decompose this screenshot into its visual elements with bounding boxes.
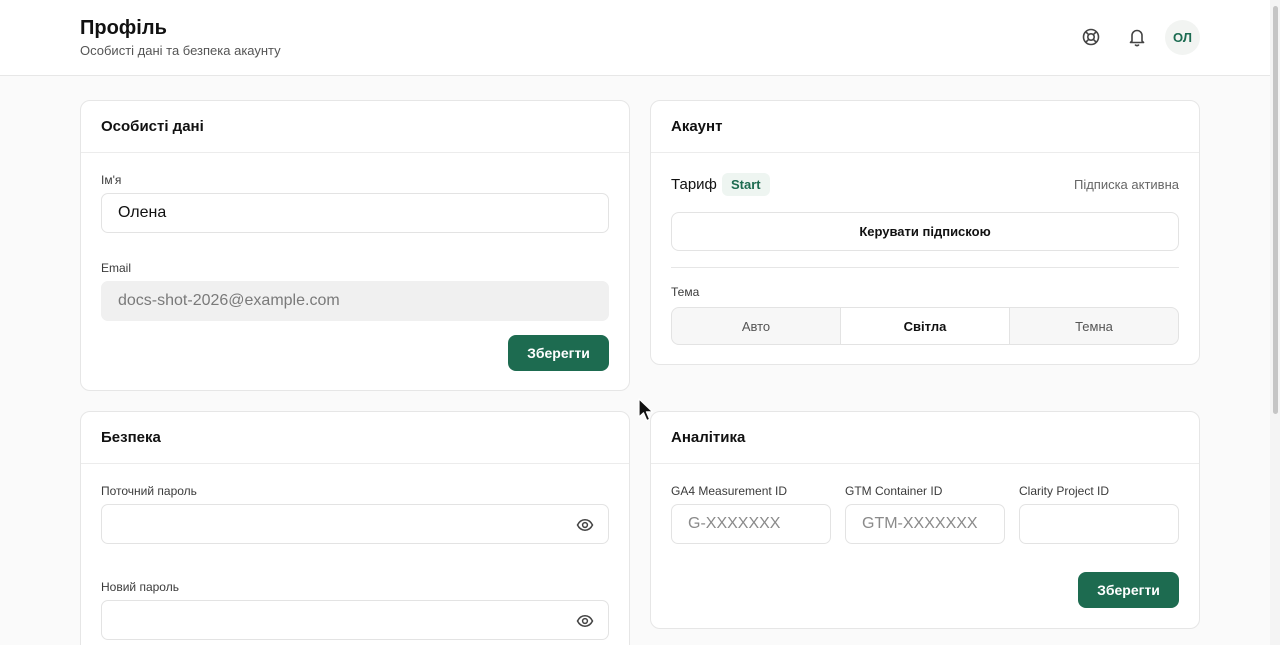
save-analytics-button[interactable]: Зберегти bbox=[1078, 572, 1179, 608]
top-header: Профіль Особисті дані та безпека акаунту… bbox=[0, 0, 1270, 76]
new-password-input[interactable] bbox=[101, 600, 609, 640]
analytics-card: Аналітика GA4 Measurement ID G-XXXXXXX G… bbox=[650, 411, 1200, 629]
gtm-label: GTM Container ID bbox=[845, 484, 943, 498]
account-card: Акаунт Тариф Start Підписка активна Керу… bbox=[650, 100, 1200, 365]
name-label: Ім'я bbox=[101, 173, 122, 187]
save-personal-button[interactable]: Зберегти bbox=[508, 335, 609, 371]
security-card: Безпека Поточний пароль Новий пароль bbox=[80, 411, 630, 645]
name-input[interactable]: Олена bbox=[101, 193, 609, 233]
plan-badge: Start bbox=[722, 173, 770, 196]
theme-switcher: Авто Світла Темна bbox=[671, 307, 1179, 345]
analytics-title: Аналітика bbox=[651, 412, 1199, 464]
divider bbox=[671, 267, 1179, 268]
personal-data-card: Особисті дані Ім'я Олена Email docs-shot… bbox=[80, 100, 630, 391]
gtm-input[interactable]: GTM-XXXXXXX bbox=[845, 504, 1005, 544]
subscription-status: Підписка активна bbox=[1073, 177, 1179, 192]
account-title: Акаунт bbox=[651, 101, 1199, 153]
theme-option-auto[interactable]: Авто bbox=[672, 308, 841, 344]
bell-icon[interactable] bbox=[1124, 24, 1150, 50]
lifebuoy-icon[interactable] bbox=[1078, 24, 1104, 50]
avatar[interactable]: ОЛ bbox=[1165, 20, 1200, 55]
clarity-label: Clarity Project ID bbox=[1019, 484, 1110, 498]
email-label: Email bbox=[101, 261, 132, 275]
show-password-icon[interactable] bbox=[576, 612, 594, 630]
clarity-input[interactable] bbox=[1019, 504, 1179, 544]
mouse-cursor-icon bbox=[638, 398, 654, 422]
page-title: Профіль bbox=[80, 17, 167, 39]
show-password-icon[interactable] bbox=[576, 516, 594, 534]
plan-label: Тариф bbox=[671, 176, 717, 193]
current-password-label: Поточний пароль bbox=[101, 484, 197, 498]
theme-option-light[interactable]: Світла bbox=[841, 308, 1010, 344]
personal-data-title: Особисті дані bbox=[81, 101, 629, 153]
page-subtitle: Особисті дані та безпека акаунту bbox=[80, 43, 281, 58]
ga4-input[interactable]: G-XXXXXXX bbox=[671, 504, 831, 544]
theme-option-dark[interactable]: Темна bbox=[1010, 308, 1178, 344]
scrollbar-thumb[interactable] bbox=[1273, 6, 1278, 414]
current-password-input[interactable] bbox=[101, 504, 609, 544]
gtm-placeholder: GTM-XXXXXXX bbox=[862, 515, 978, 532]
name-value: Олена bbox=[118, 204, 167, 221]
scrollbar[interactable] bbox=[1270, 0, 1280, 645]
theme-label: Тема bbox=[671, 285, 700, 299]
email-input: docs-shot-2026@example.com bbox=[101, 281, 609, 321]
email-value: docs-shot-2026@example.com bbox=[118, 292, 340, 309]
manage-subscription-button[interactable]: Керувати підпискою bbox=[671, 212, 1179, 251]
security-title: Безпека bbox=[81, 412, 629, 464]
ga4-label: GA4 Measurement ID bbox=[671, 484, 788, 498]
new-password-label: Новий пароль bbox=[101, 580, 179, 594]
ga4-placeholder: G-XXXXXXX bbox=[688, 515, 781, 532]
